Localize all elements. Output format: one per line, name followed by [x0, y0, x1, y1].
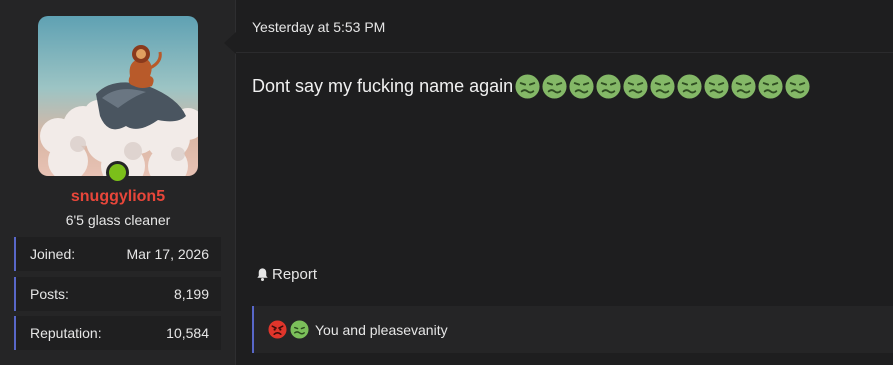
report-button[interactable]: Report	[255, 266, 317, 283]
report-label: Report	[272, 266, 318, 283]
stat-label: Reputation:	[30, 325, 102, 341]
stat-value: Mar 17, 2026	[126, 246, 210, 262]
header-divider	[236, 52, 893, 53]
angry-face-icon	[268, 320, 287, 339]
avatar-image	[38, 16, 198, 176]
nauseated-face-emoji	[515, 74, 540, 99]
nauseated-face-emoji	[677, 74, 702, 99]
stat-posts: Posts: 8,199	[14, 277, 221, 311]
nauseated-face-emoji	[704, 74, 729, 99]
stat-value: 8,199	[173, 286, 209, 302]
nauseated-face-emoji	[569, 74, 594, 99]
emoji-row	[514, 73, 811, 100]
stat-reputation: Reputation: 10,584	[14, 316, 221, 350]
online-status-indicator	[106, 161, 129, 184]
reactions-text: You and pleasevanity	[315, 321, 448, 338]
username[interactable]: snuggylion5	[0, 188, 236, 206]
nauseated-face-emoji	[785, 74, 810, 99]
bell-icon	[257, 268, 268, 281]
stat-label: Joined:	[30, 246, 76, 262]
nauseated-face-emoji	[758, 74, 783, 99]
stat-value: 10,584	[166, 325, 209, 341]
post-timestamp[interactable]: Yesterday at 5:53 PM	[252, 19, 385, 35]
stat-label: Posts:	[30, 286, 69, 302]
stat-joined: Joined: Mar 17, 2026	[14, 237, 221, 271]
user-panel: snuggylion5 6'5 glass cleaner Joined: Ma…	[0, 0, 236, 365]
user-title: 6'5 glass cleaner	[65, 212, 171, 228]
nauseated-face-icon	[290, 320, 309, 339]
nauseated-face-emoji	[731, 74, 756, 99]
nauseated-face-emoji	[650, 74, 675, 99]
nauseated-face-emoji	[596, 74, 621, 99]
message-text: Dont say my fucking name again	[252, 76, 514, 96]
nauseated-face-emoji	[542, 74, 567, 99]
post: snuggylion5 6'5 glass cleaner Joined: Ma…	[0, 0, 893, 365]
message-pointer-arrow	[224, 32, 236, 54]
nauseated-face-emoji	[623, 74, 648, 99]
message-body: Dont say my fucking name again	[252, 73, 811, 100]
reactions-bar[interactable]: You and pleasevanity	[252, 306, 893, 353]
avatar[interactable]	[38, 16, 198, 176]
